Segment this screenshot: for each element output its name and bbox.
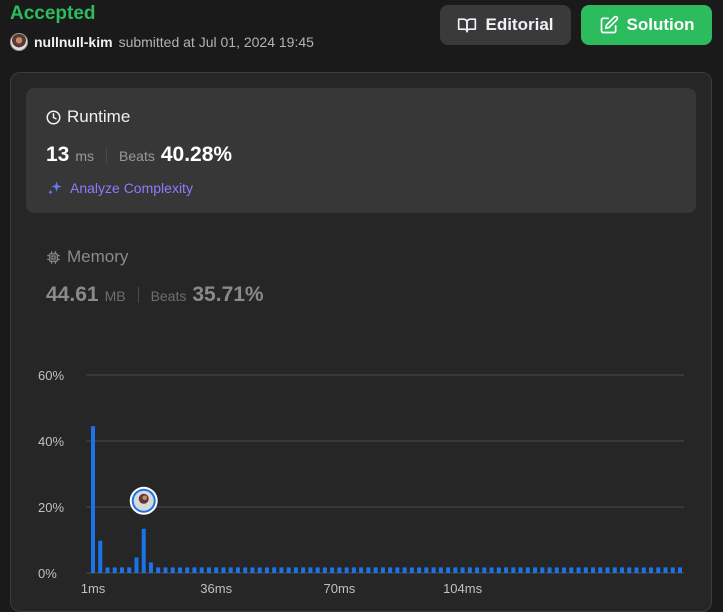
chart-bar	[279, 567, 284, 573]
chart-bar	[663, 567, 668, 573]
chart-bar	[446, 567, 451, 573]
chart-bar	[228, 567, 233, 573]
chart-bar	[438, 567, 443, 573]
chart-bar	[141, 528, 146, 573]
chart-bar	[91, 426, 95, 573]
x-tick-label: 36ms	[200, 581, 232, 596]
chart-bar	[417, 567, 422, 573]
chart-bar	[424, 567, 429, 573]
chart-bar	[221, 567, 226, 573]
chart-bar	[243, 567, 248, 573]
chart-bar	[678, 567, 682, 573]
chart-bar	[591, 567, 596, 573]
chart-bar	[351, 567, 356, 573]
chart-bar	[250, 567, 255, 573]
chart-bar	[409, 567, 414, 573]
chart-bar	[105, 567, 110, 573]
chart-bar	[308, 567, 313, 573]
chart-bar	[322, 567, 327, 573]
chart-bar	[366, 567, 371, 573]
chart-bar	[395, 567, 400, 573]
chart-bar	[127, 567, 132, 573]
chart-bar	[257, 567, 262, 573]
chart-bar	[293, 567, 298, 573]
chart-bar	[156, 567, 161, 573]
chart-bar	[482, 567, 487, 573]
chart-bar	[525, 567, 530, 573]
x-tick-label: 1ms	[81, 581, 106, 596]
chart-bar	[576, 567, 581, 573]
chart-bar	[170, 567, 175, 573]
chart-bar	[504, 567, 509, 573]
user-marker-face	[142, 495, 148, 501]
chart-bar	[148, 562, 153, 573]
runtime-distribution-chart: 0% 20% 40% 60% 1ms 36ms 70ms 104ms	[38, 368, 684, 596]
chart-bar	[569, 567, 574, 573]
chart-bar	[598, 567, 603, 573]
chart-bar	[286, 567, 291, 573]
x-tick-label: 70ms	[323, 581, 355, 596]
chart-bar	[206, 567, 211, 573]
chart-bar	[627, 567, 632, 573]
y-tick-label: 0%	[38, 566, 57, 581]
chart-bar	[235, 567, 240, 573]
chart-bar	[641, 567, 646, 573]
chart-bar	[272, 567, 277, 573]
chart-bar	[460, 567, 465, 573]
chart-bar	[330, 567, 335, 573]
y-tick-label: 20%	[38, 500, 64, 515]
chart-bar	[496, 567, 501, 573]
chart-bar	[112, 567, 117, 573]
chart-bar	[453, 567, 458, 573]
chart-bar	[315, 567, 320, 573]
chart-bar	[185, 567, 190, 573]
chart-bar	[547, 567, 552, 573]
chart-bar	[533, 567, 538, 573]
chart-bar	[562, 567, 567, 573]
chart-bar	[518, 567, 523, 573]
chart-bar	[380, 567, 385, 573]
chart-bar	[634, 567, 639, 573]
chart-bar	[431, 567, 436, 573]
chart-bar	[163, 567, 168, 573]
chart-bar	[475, 567, 480, 573]
chart-bar	[359, 567, 364, 573]
chart-bar	[612, 567, 617, 573]
chart-bar	[489, 567, 494, 573]
chart-bar	[467, 567, 472, 573]
chart-bar	[388, 567, 393, 573]
chart-bar	[583, 567, 588, 573]
y-tick-label: 60%	[38, 368, 64, 383]
chart-bar	[134, 557, 139, 573]
chart-bar	[119, 567, 124, 573]
chart-bar	[373, 567, 378, 573]
chart-bar	[214, 567, 219, 573]
chart-bar	[511, 567, 516, 573]
chart-bar	[540, 567, 545, 573]
chart-bar	[402, 567, 407, 573]
chart-bar	[554, 567, 559, 573]
chart-bar	[670, 567, 675, 573]
chart-bar	[192, 567, 197, 573]
chart-bar	[199, 567, 204, 573]
chart-bar	[649, 567, 654, 573]
chart-bar	[344, 567, 349, 573]
chart-bar	[264, 567, 269, 573]
chart-bar	[337, 567, 342, 573]
chart-bar	[605, 567, 610, 573]
chart-bar	[98, 540, 103, 573]
y-tick-label: 40%	[38, 434, 64, 449]
chart-bar	[177, 567, 182, 573]
chart-bar	[301, 567, 306, 573]
chart-bar	[620, 567, 625, 573]
x-tick-label: 104ms	[443, 581, 483, 596]
chart-bar	[656, 567, 661, 573]
